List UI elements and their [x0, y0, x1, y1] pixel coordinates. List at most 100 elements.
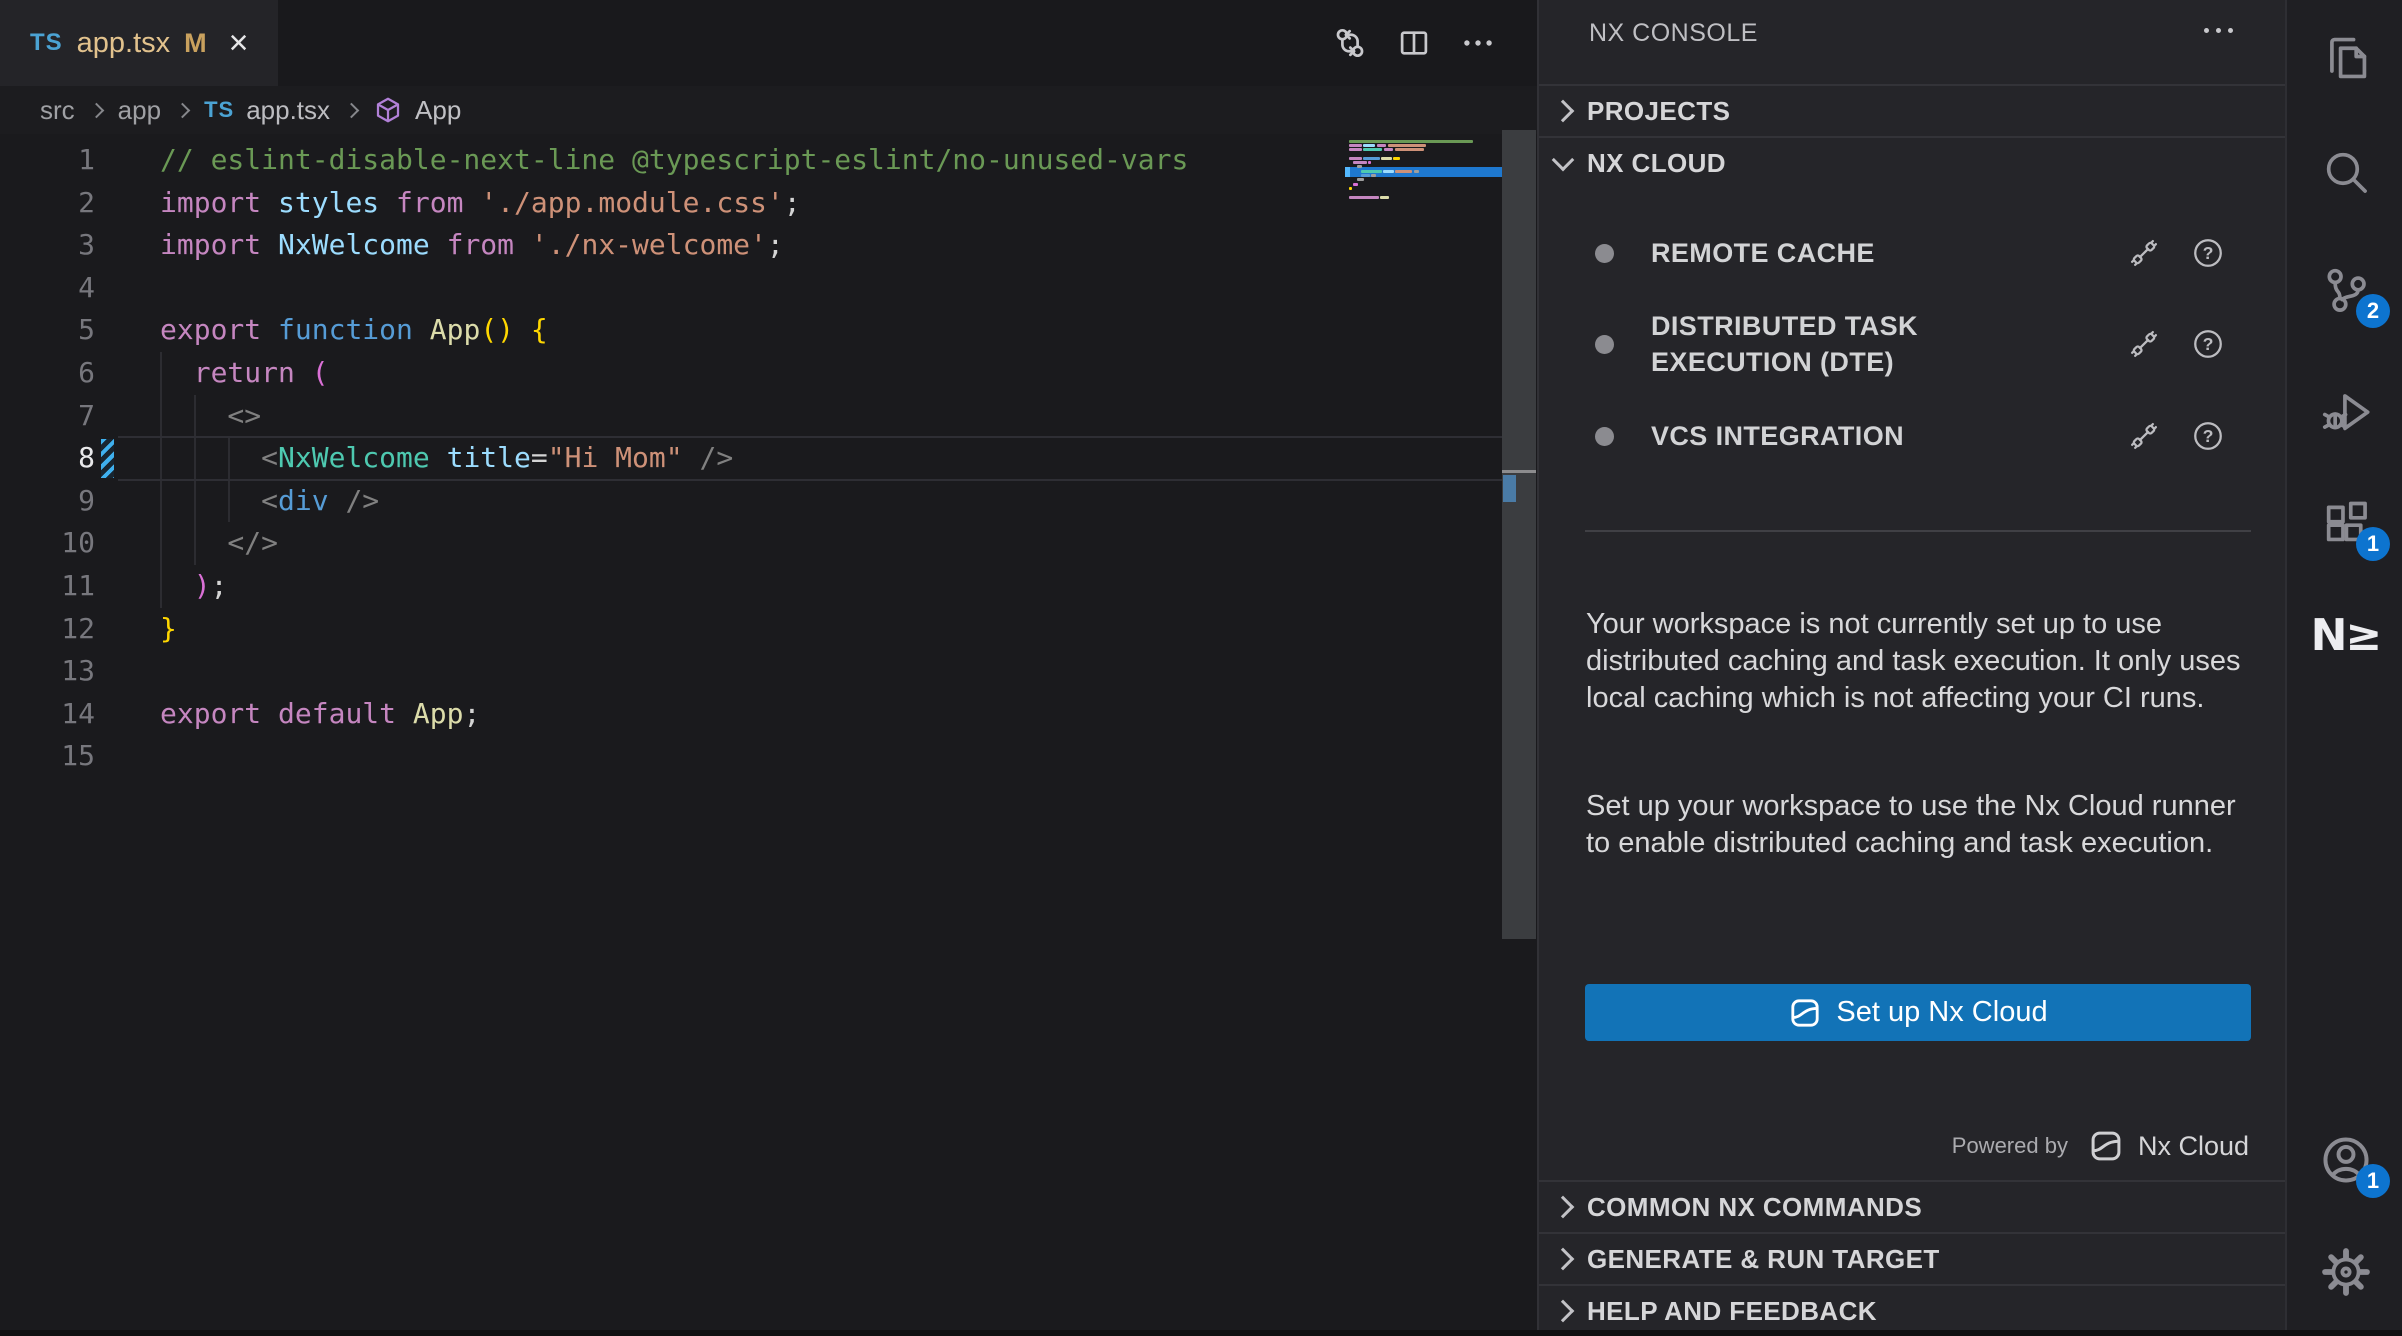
section-common-nx-commands[interactable]: COMMON NX COMMANDS — [1539, 1180, 2285, 1232]
line-number: 7 — [0, 395, 95, 438]
minimap-line — [1357, 178, 1364, 181]
activity-explorer-icon[interactable] — [2287, 8, 2402, 108]
line-number: 5 — [0, 309, 95, 352]
svg-text:?: ? — [2203, 243, 2214, 263]
panel-more-actions-icon[interactable] — [2204, 28, 2233, 33]
cloud-feature-row[interactable]: REMOTE CACHE? — [1539, 218, 2285, 288]
nx-cloud-brand-label: Nx Cloud — [2138, 1131, 2249, 1162]
activity-accounts-icon[interactable]: 1 — [2287, 1110, 2402, 1210]
minimap[interactable] — [1345, 134, 1502, 314]
activity-source-control-icon[interactable]: 2 — [2287, 240, 2402, 340]
section-generate-run-target[interactable]: GENERATE & RUN TARGET — [1539, 1232, 2285, 1284]
code-text: // eslint-disable-next-line @typescript-… — [95, 139, 1188, 182]
help-icon[interactable]: ? — [2191, 419, 2225, 453]
editor-group: TS app.tsx M × src app TS app.tsx App 1// es… — [0, 0, 1537, 1330]
tab-title: app.tsx — [77, 27, 171, 60]
status-bullet-icon — [1595, 335, 1614, 354]
minimap-line — [1388, 144, 1426, 147]
typescript-file-icon: TS — [204, 97, 234, 123]
divider — [1585, 530, 2251, 532]
feature-label: VCS INTEGRATION — [1651, 418, 1904, 454]
editor-scrollbar[interactable] — [1502, 130, 1536, 939]
code-text — [95, 267, 160, 310]
typescript-file-icon: TS — [30, 29, 63, 57]
connect-icon[interactable] — [2127, 236, 2161, 270]
code-text: export default App; — [95, 693, 480, 736]
vscode-window: TS app.tsx M × srcappTSapp.tsxApp 1// es… — [0, 0, 2402, 1330]
activity-nx-console-icon[interactable]: N≥ — [2287, 585, 2402, 685]
minimap-modified-marker — [1345, 167, 1350, 177]
breadcrumb-item[interactable]: App — [415, 95, 461, 126]
connect-icon[interactable] — [2127, 327, 2161, 361]
open-changes-icon[interactable] — [1331, 24, 1369, 62]
code-line-2: 2import styles from './app.module.css'; — [0, 182, 1345, 225]
breadcrumb[interactable]: src app TS app.tsx App — [0, 86, 1537, 134]
powered-by-label: Powered by — [1952, 1133, 2068, 1159]
activity-extensions-icon[interactable]: 1 — [2287, 473, 2402, 573]
nx-console-panel: NX CONSOLE PROJECTS NX CLOUD REMOTE CACH… — [1537, 0, 2285, 1330]
collapsed-sections: COMMON NX COMMANDSGENERATE & RUN TARGET H… — [1539, 1180, 2285, 1336]
code-line-5: 5export function App() { — [0, 309, 1345, 352]
cloud-feature-row[interactable]: DISTRIBUTED TASK EXECUTION (DTE)? — [1539, 288, 2285, 400]
setup-nx-cloud-button[interactable]: Set up Nx Cloud — [1585, 984, 2251, 1041]
minimap-line — [1414, 170, 1419, 173]
code-line-13: 13 — [0, 650, 1345, 693]
breadcrumb-item[interactable]: app.tsx — [246, 95, 330, 126]
code-text — [95, 735, 160, 778]
minimap-line — [1363, 148, 1382, 151]
activity-search-icon[interactable] — [2287, 122, 2402, 222]
help-icon[interactable]: ? — [2191, 327, 2225, 361]
minimap-line — [1395, 170, 1412, 173]
code-text: <div /> — [95, 480, 379, 523]
split-editor-icon[interactable] — [1395, 24, 1433, 62]
chevron-right-icon — [1552, 1300, 1575, 1323]
line-number: 15 — [0, 735, 95, 778]
badge: 2 — [2356, 294, 2390, 328]
code-text: </> — [95, 522, 278, 565]
breadcrumb-separator-icon — [175, 102, 191, 118]
chevron-right-icon — [1552, 100, 1575, 123]
activity-bar: 2 1 N≥ 1 — [2285, 0, 2402, 1330]
minimap-line — [1349, 148, 1362, 151]
setup-hint-text: Set up your workspace to use the Nx Clou… — [1586, 788, 2256, 862]
section-nx-cloud[interactable]: NX CLOUD — [1539, 136, 2285, 188]
code-text: <> — [95, 395, 261, 438]
code-line-7: 7 <> — [0, 395, 1345, 438]
status-bullet-icon — [1595, 427, 1614, 446]
breadcrumb-item[interactable]: src — [40, 95, 75, 126]
code-text: <NxWelcome title="Hi Mom" /> — [95, 437, 733, 480]
code-line-15: 15 — [0, 735, 1345, 778]
activity-run-and-debug-icon[interactable] — [2287, 360, 2402, 460]
minimap-line — [1393, 157, 1400, 160]
code-text: return ( — [95, 352, 329, 395]
panel-title: NX CONSOLE — [1589, 19, 1758, 48]
code-line-14: 14export default App; — [0, 693, 1345, 736]
cloud-feature-row[interactable]: VCS INTEGRATION? — [1539, 400, 2285, 472]
section-label: NX CLOUD — [1587, 148, 1726, 179]
close-icon[interactable]: × — [229, 26, 249, 60]
code-line-4: 4 — [0, 267, 1345, 310]
line-number: 11 — [0, 565, 95, 608]
more-actions-icon[interactable] — [1459, 24, 1497, 62]
chevron-down-icon — [1552, 149, 1575, 172]
connect-icon[interactable] — [2127, 419, 2161, 453]
code-editor[interactable]: 1// eslint-disable-next-line @typescript… — [0, 134, 1537, 1330]
code-text: ); — [95, 565, 227, 608]
code-text: import NxWelcome from './nx-welcome'; — [95, 224, 784, 267]
overview-modified-marker — [1503, 475, 1516, 502]
section-label: HELP AND FEEDBACK — [1587, 1296, 1877, 1327]
modified-badge: M — [184, 28, 207, 59]
line-number: 8 — [0, 437, 95, 480]
minimap-line — [1381, 157, 1392, 160]
setup-button-label: Set up Nx Cloud — [1836, 996, 2047, 1029]
activity-settings-icon[interactable] — [2287, 1222, 2402, 1322]
line-number: 13 — [0, 650, 95, 693]
help-icon[interactable]: ? — [2191, 236, 2225, 270]
section-projects[interactable]: PROJECTS — [1539, 84, 2285, 136]
minimap-line — [1384, 148, 1393, 151]
tab-app-tsx[interactable]: TS app.tsx M × — [0, 0, 278, 86]
overview-cursor-marker — [1502, 470, 1536, 473]
minimap-line — [1357, 165, 1362, 168]
breadcrumb-item[interactable]: app — [118, 95, 161, 126]
section-help-and-feedback[interactable]: HELP AND FEEDBACK — [1539, 1284, 2285, 1336]
